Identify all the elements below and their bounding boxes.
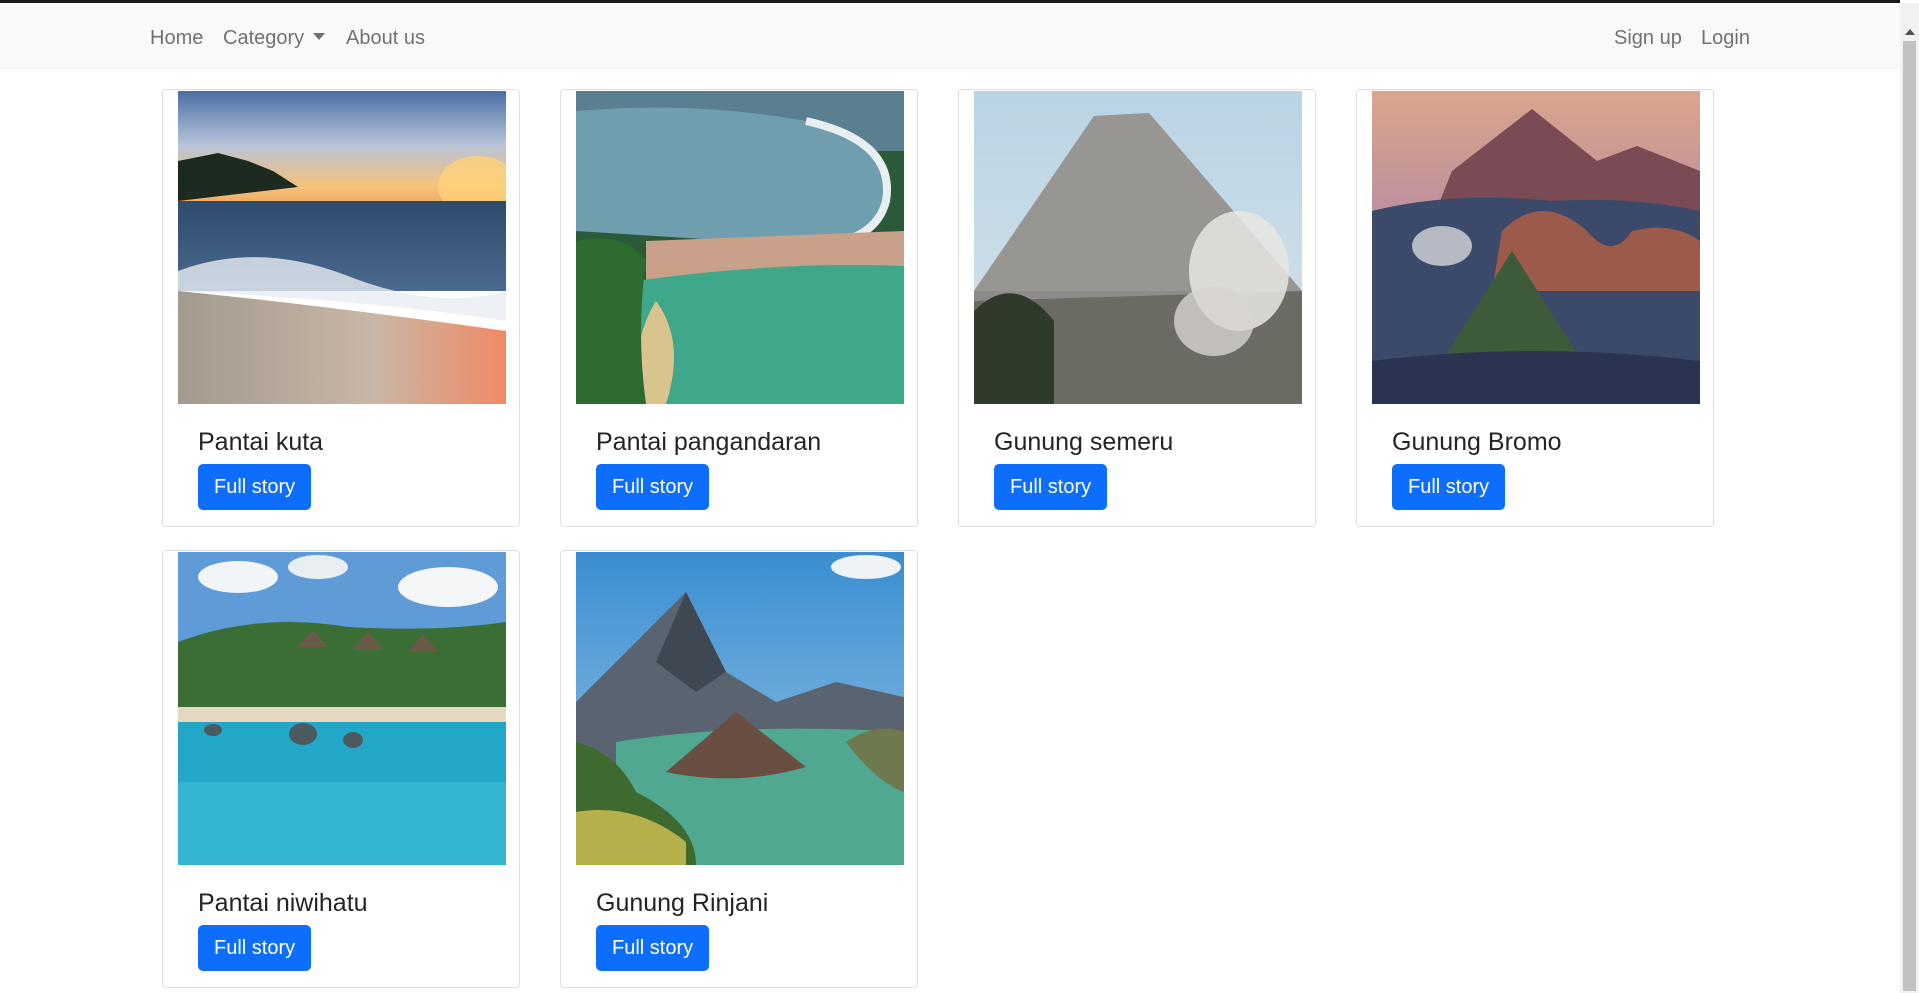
full-story-button[interactable]: Full story: [596, 925, 710, 971]
card-title: Gunung Bromo: [1392, 428, 1562, 456]
card-title: Pantai kuta: [198, 428, 324, 456]
full-story-button[interactable]: Full story: [596, 464, 710, 510]
full-story-button[interactable]: Full story: [198, 464, 312, 510]
card-title: Gunung Rinjani: [596, 889, 769, 917]
card-image-tropical-beach[interactable]: [178, 552, 506, 865]
card-title: Pantai niwihatu: [198, 889, 368, 917]
destination-card: Pantai pangandaran Full story: [560, 89, 918, 527]
nav-category-dropdown[interactable]: Category: [223, 25, 326, 51]
card-title: Pantai pangandaran: [596, 428, 822, 456]
page-scrollbar[interactable]: [1900, 3, 1919, 993]
destination-card: Gunung semeru Full story: [958, 89, 1316, 527]
scroll-up-arrow-icon[interactable]: [1905, 29, 1915, 35]
nav-signup-link[interactable]: Sign up: [1614, 25, 1682, 51]
destination-card: Pantai niwihatu Full story: [162, 550, 520, 988]
card-image-crater-lake[interactable]: [576, 552, 904, 865]
nav-category-label: Category: [223, 27, 305, 49]
card-image-volcano[interactable]: [974, 91, 1302, 404]
destination-card: Gunung Rinjani Full story: [560, 550, 918, 988]
card-image-bromo[interactable]: [1372, 91, 1700, 404]
nav-login-link[interactable]: Login: [1701, 25, 1750, 51]
card-title: Gunung semeru: [994, 428, 1174, 456]
destination-card: Gunung Bromo Full story: [1356, 89, 1714, 527]
nav-home-link[interactable]: Home: [150, 25, 203, 51]
full-story-button[interactable]: Full story: [198, 925, 312, 971]
navbar: Home Category About us Sign up Login: [0, 3, 1900, 69]
nav-about-link[interactable]: About us: [346, 25, 425, 51]
full-story-button[interactable]: Full story: [1392, 464, 1506, 510]
card-image-bay-aerial[interactable]: [576, 91, 904, 404]
destination-card: Pantai kuta Full story: [162, 89, 520, 527]
full-story-button[interactable]: Full story: [994, 464, 1108, 510]
card-image-beach-sunset[interactable]: [178, 91, 506, 404]
caret-down-icon: [313, 33, 326, 40]
scrollbar-thumb[interactable]: [1903, 41, 1916, 991]
